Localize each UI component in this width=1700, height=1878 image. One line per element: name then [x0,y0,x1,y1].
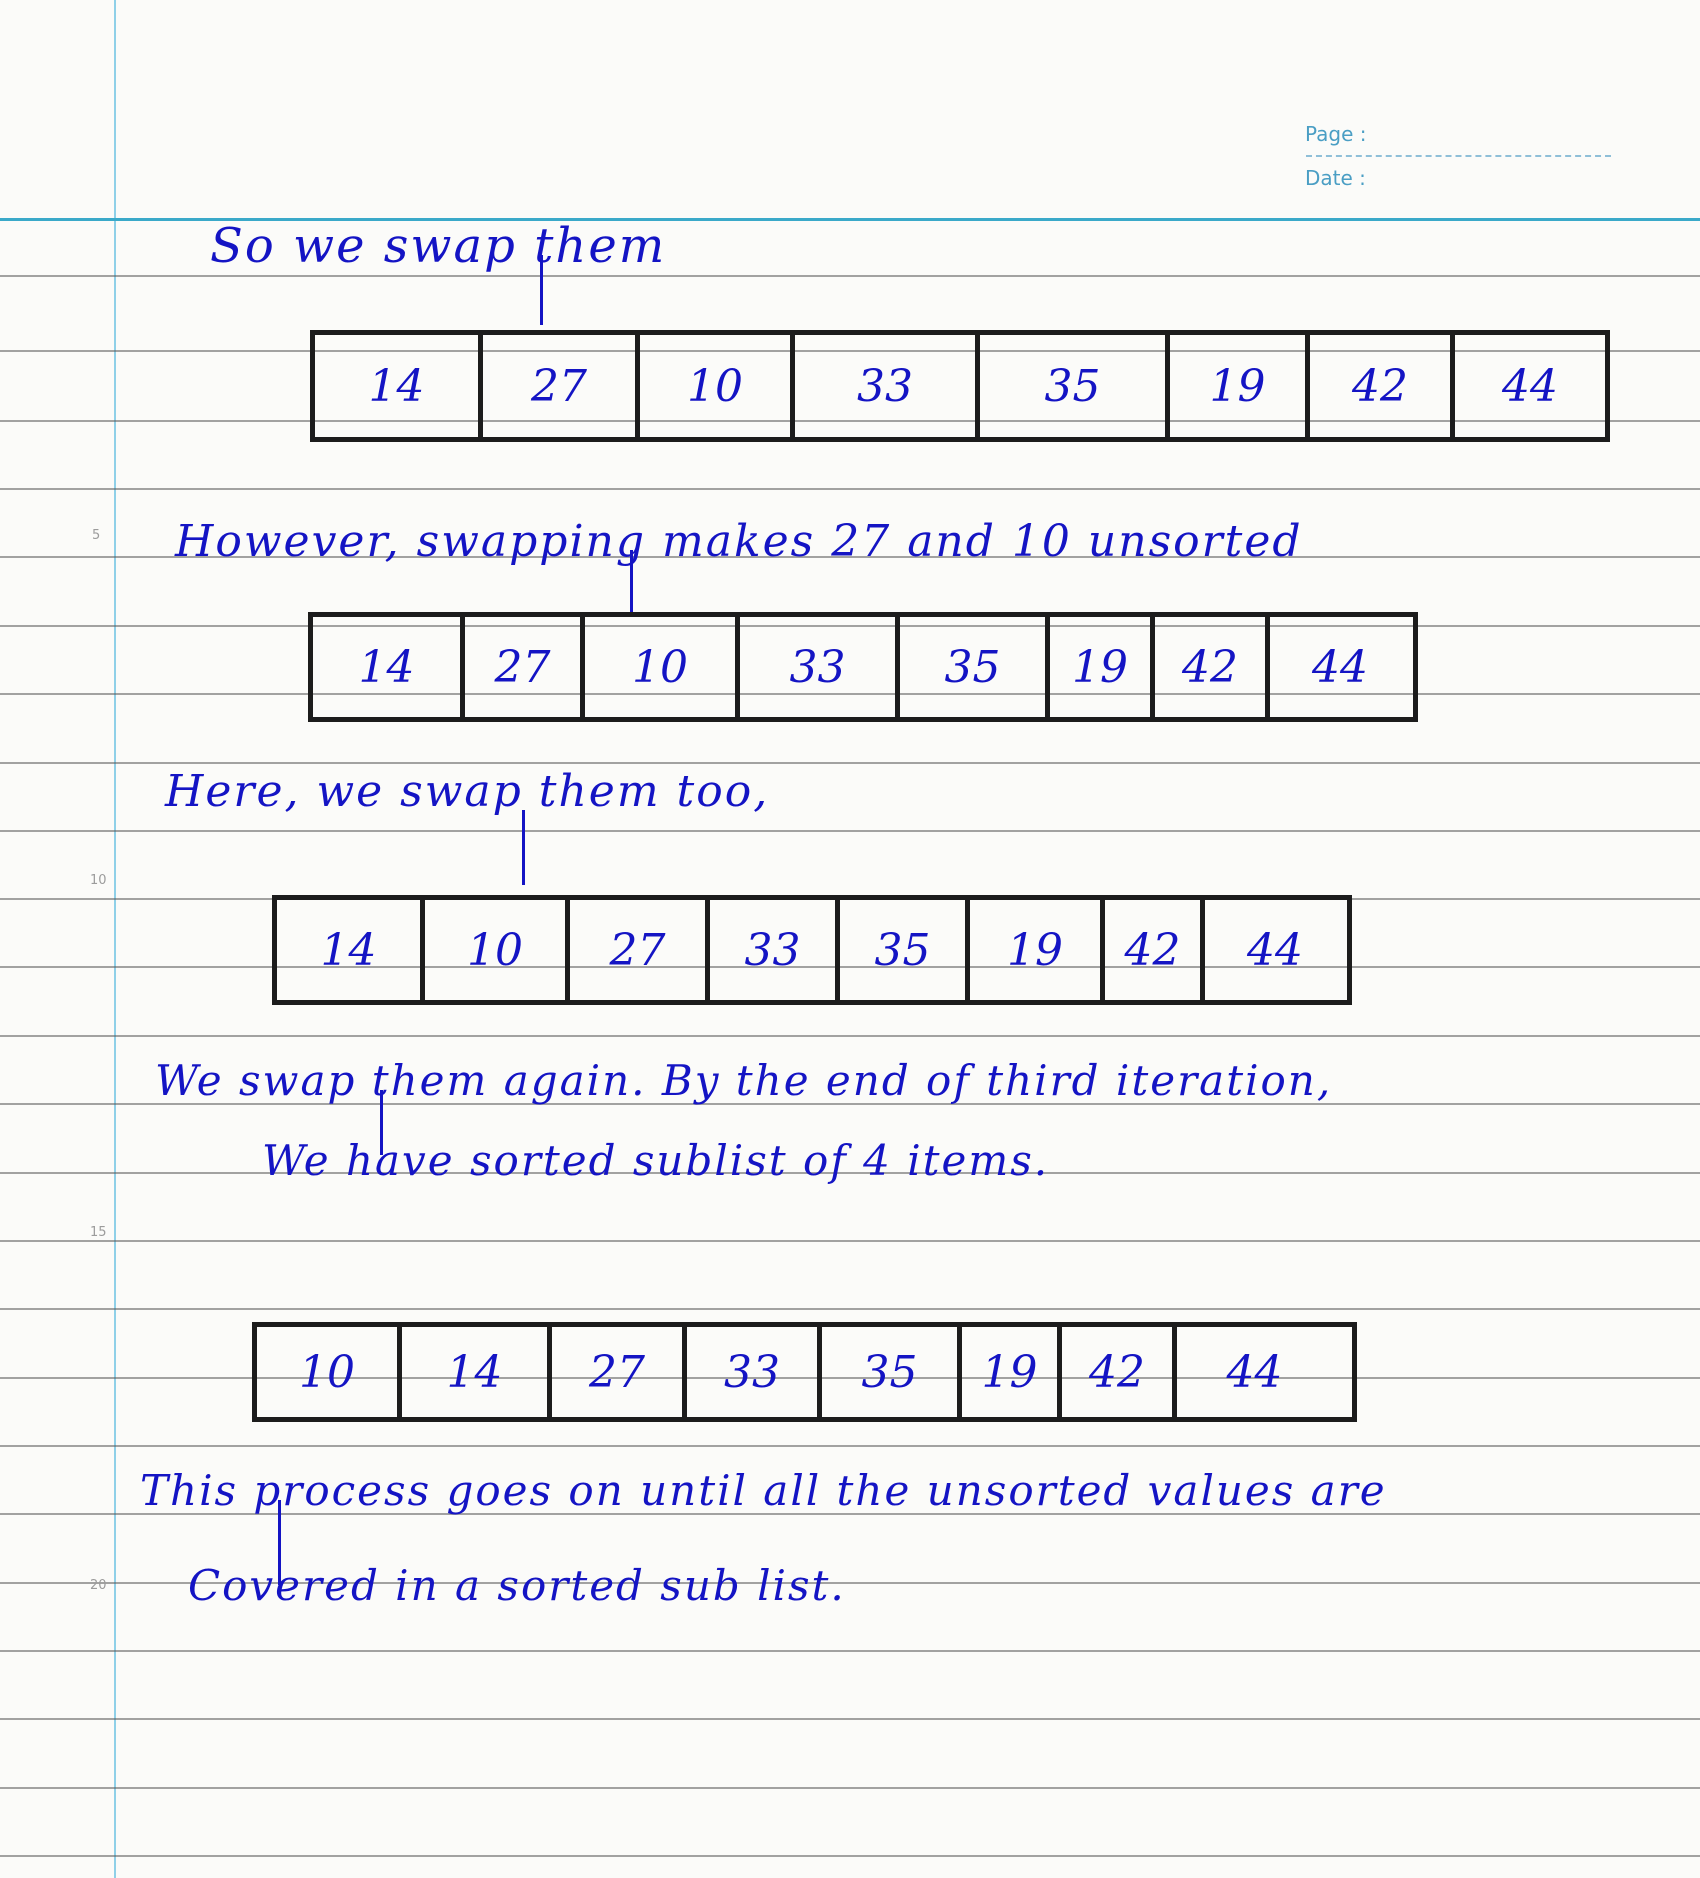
array-cell: 33 [710,900,840,1000]
array-cell: 27 [570,900,710,1000]
array-row-3: 14 10 27 33 35 19 42 44 [272,895,1352,1005]
array-cell: 14 [313,617,465,717]
array-cell: 35 [840,900,970,1000]
notebook-page: 5 10 15 20 Page : Date : So we swap them… [0,0,1700,1878]
ruled-line [0,1855,1700,1857]
note-line-6: This process goes on until all the unsor… [140,1466,1387,1515]
ruled-line [0,1035,1700,1037]
array-cell: 35 [980,335,1170,437]
array-cell: 10 [585,617,740,717]
array-cell: 27 [465,617,585,717]
date-label: Date : [1305,166,1366,190]
margin-line [114,0,116,1878]
note-line-1: So we swap them [210,218,667,274]
note-line-7: Covered in a sorted sub list. [188,1561,846,1610]
array-cell: 33 [740,617,900,717]
array-cell: 44 [1247,924,1303,976]
array-cell: 33 [687,1327,822,1417]
note-line-5: We have sorted sublist of 4 items. [262,1136,1050,1185]
array-row-4: 10 14 27 33 35 19 42 44 [252,1322,1357,1422]
margin-number: 15 [90,1225,107,1240]
array-cell: 19 [1050,617,1155,717]
page-field-line [1306,155,1611,157]
array-cell: 14 [277,900,425,1000]
array-cell: 42 [1105,900,1205,1000]
array-cell: 10 [425,900,570,1000]
page-label: Page : [1305,122,1367,146]
note-line-4: We swap them again. By the end of third … [155,1056,1333,1105]
pen-stroke [540,255,543,325]
array-cell: 10 [257,1327,402,1417]
pen-stroke [630,550,633,615]
ruled-line [0,830,1700,832]
array-cell: 35 [822,1327,962,1417]
array-row-1: 14 27 10 33 35 19 42 44 [310,330,1610,442]
pen-stroke [522,810,525,885]
margin-number: 10 [90,873,107,888]
note-line-2: However, swapping makes 27 and 10 unsort… [175,516,1303,567]
ruled-line [0,762,1700,764]
note-line-3: Here, we swap them too, [165,766,770,817]
ruled-line [0,1308,1700,1310]
array-cell: 42 [1310,335,1455,437]
margin-number: 20 [90,1578,107,1593]
array-cell: 10 [640,335,795,437]
margin-number: 5 [92,528,101,543]
array-cell: 14 [402,1327,552,1417]
array-cell: 42 [1155,617,1270,717]
ruled-line [0,488,1700,490]
array-cell: 44 [1226,1346,1283,1398]
ruled-line [0,1718,1700,1720]
ruled-line [0,275,1700,277]
ruled-line [0,1240,1700,1242]
ruled-line [0,1445,1700,1447]
array-cell: 19 [962,1327,1062,1417]
array-cell: 33 [795,335,980,437]
array-cell: 44 [1312,641,1368,693]
array-cell: 35 [900,617,1050,717]
array-row-2: 14 27 10 33 35 19 42 44 [308,612,1418,722]
array-cell: 44 [1502,360,1558,412]
ruled-line [0,1650,1700,1652]
array-cell: 27 [552,1327,687,1417]
array-cell: 19 [970,900,1105,1000]
array-cell: 42 [1062,1327,1177,1417]
array-cell: 27 [483,335,640,437]
ruled-line [0,1787,1700,1789]
array-cell: 14 [315,335,483,437]
array-cell: 19 [1170,335,1310,437]
